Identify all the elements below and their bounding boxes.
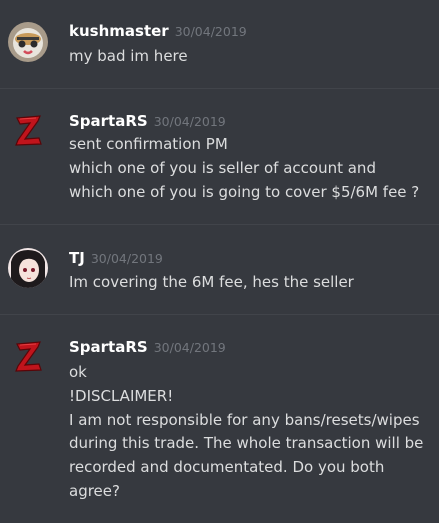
timestamp: 30/04/2019	[153, 114, 226, 129]
message-line: during this trade. The whole transaction…	[69, 434, 424, 452]
message-line: my bad im here	[69, 47, 188, 65]
red-z-logo-icon[interactable]	[8, 336, 48, 376]
red-z-logo-icon[interactable]	[8, 110, 48, 150]
anime-avatar-icon[interactable]	[8, 248, 48, 288]
cat-avatar-icon[interactable]	[8, 22, 48, 62]
author-name[interactable]: TJ	[69, 249, 85, 267]
timestamp: 30/04/2019	[174, 24, 247, 39]
message-line: sent confirmation PM	[69, 135, 228, 153]
message-line: I am not responsible for any bans/resets…	[69, 411, 420, 429]
timestamp: 30/04/2019	[153, 340, 226, 355]
message-divider	[0, 314, 439, 315]
author-name[interactable]: kushmaster	[69, 22, 169, 40]
message-line: ok	[69, 363, 87, 381]
message-line: agree?	[69, 482, 120, 500]
author-name[interactable]: SpartaRS	[69, 112, 148, 130]
author-name[interactable]: SpartaRS	[69, 338, 148, 356]
timestamp: 30/04/2019	[90, 251, 163, 266]
message-line: recorded and documentated. Do you both	[69, 458, 385, 476]
message-divider	[0, 224, 439, 225]
message-line: !DISCLAIMER!	[69, 387, 174, 405]
message-divider	[0, 88, 439, 89]
message-line: which one of you is going to cover $5/6M…	[69, 183, 420, 201]
message-line: Im covering the 6M fee, hes the seller	[69, 273, 354, 291]
message-line: which one of you is seller of account an…	[69, 159, 376, 177]
